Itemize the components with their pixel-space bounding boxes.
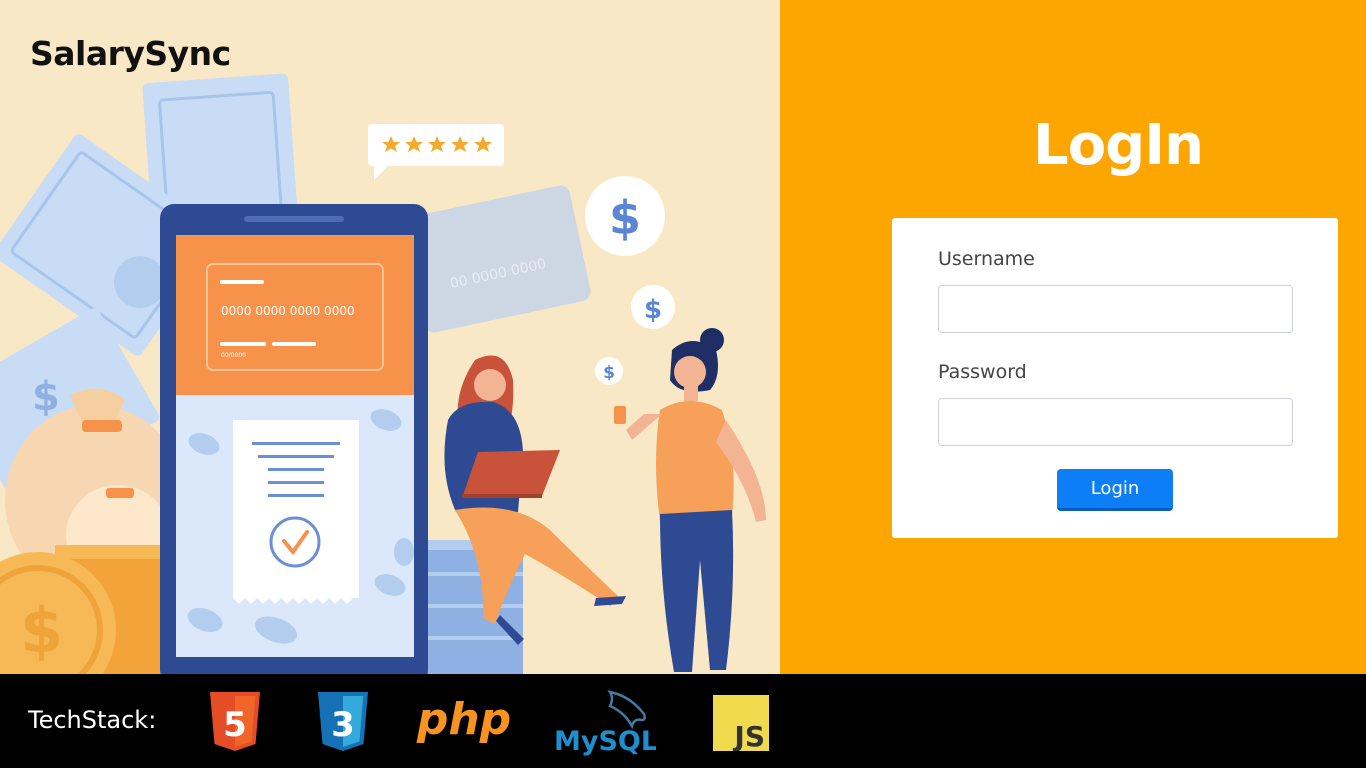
password-input[interactable] (938, 398, 1293, 446)
username-input[interactable] (938, 285, 1293, 333)
php-logo-text: php (416, 694, 511, 745)
login-button[interactable]: Login (1057, 469, 1173, 511)
dollar-coin-icon: $ (631, 285, 675, 329)
mysql-logo-icon: MySQL (554, 690, 656, 756)
techstack-label: TechStack: (28, 706, 157, 734)
woman-standing (614, 328, 766, 672)
css3-logo-icon: 3 (318, 692, 368, 751)
dollar-coin-icon: $ (585, 176, 665, 256)
payroll-illustration: $ 00 0000 0000 $ 0000 0000 0000 0000 00/… (0, 73, 766, 674)
dollar-coin-icon: $ (595, 357, 623, 385)
coin-stack-icon: $ (0, 545, 160, 674)
svg-text:$: $ (609, 191, 641, 245)
svg-text:$: $ (603, 363, 615, 383)
credit-card-back: 00 0000 0000 (403, 185, 591, 333)
svg-text:$: $ (644, 295, 662, 325)
techstack-footer: TechStack: 5 3 php MySQL JS (0, 674, 1366, 768)
login-title: LogIn (1033, 113, 1204, 178)
password-label: Password (938, 361, 1027, 383)
dollar-sign-text: $ (32, 374, 60, 420)
css3-logo-text: 3 (331, 705, 355, 745)
username-label: Username (938, 248, 1035, 270)
rating-bubble (368, 124, 504, 180)
php-logo-icon: php (416, 694, 511, 745)
hero-panel: $ 00 0000 0000 $ 0000 0000 0000 0000 00/… (0, 0, 780, 674)
brand-name: SalarySync (30, 34, 231, 73)
svg-text:$: $ (20, 594, 63, 667)
html5-logo-text: 5 (223, 705, 247, 745)
mysql-logo-text: MySQL (554, 726, 656, 756)
javascript-logo-text: JS (732, 720, 765, 751)
card-number: 0000 0000 0000 0000 (221, 304, 355, 318)
smartphone-illustration: 0000 0000 0000 0000 00/0000 (160, 204, 428, 674)
javascript-logo-icon: JS (713, 695, 769, 751)
login-form: Username Password Login (892, 218, 1338, 538)
card-expiry: 00/0000 (221, 352, 246, 359)
login-panel: LogIn Username Password Login (780, 0, 1366, 674)
html5-logo-icon: 5 (210, 692, 260, 751)
